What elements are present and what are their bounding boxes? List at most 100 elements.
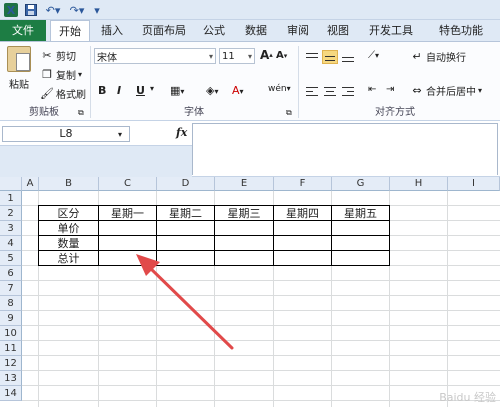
row-header[interactable]: 1: [0, 191, 22, 206]
table-border: [331, 205, 332, 266]
undo-icon[interactable]: ↶▾: [44, 3, 62, 17]
row-header[interactable]: 2: [0, 206, 22, 221]
column-header-i[interactable]: I: [448, 177, 500, 191]
alignment-group-label: 对齐方式: [375, 107, 415, 118]
table-header-cell[interactable]: 星期五: [332, 206, 389, 221]
row-label-cell[interactable]: 总计: [39, 251, 98, 266]
shrink-font-button[interactable]: A ▾: [276, 50, 287, 61]
format-painter-button[interactable]: 🖌 格式刷: [40, 86, 86, 101]
font-name-select[interactable]: 宋体 ▾: [94, 48, 216, 64]
font-size-select[interactable]: 11 ▾: [219, 48, 255, 64]
row-label-cell[interactable]: 单价: [39, 221, 98, 236]
row-header[interactable]: 6: [0, 266, 22, 281]
row-header[interactable]: 5: [0, 251, 22, 266]
row-header[interactable]: 4: [0, 236, 22, 251]
table-header-cell[interactable]: 星期三: [215, 206, 273, 221]
merge-cells-icon: ⇔: [412, 84, 422, 97]
chevron-down-icon[interactable]: ▾: [118, 130, 122, 139]
copy-button[interactable]: ❐ 复制 ▾: [40, 67, 82, 82]
fill-color-icon[interactable]: ◈▾: [206, 84, 218, 97]
orientation-icon[interactable]: ⟋ ▾: [368, 50, 379, 61]
row-header[interactable]: 13: [0, 371, 22, 386]
wrap-text-button[interactable]: ↵ 自动换行: [410, 49, 466, 64]
select-all-corner[interactable]: [0, 177, 22, 191]
column-header-e[interactable]: E: [215, 177, 274, 191]
column-header-b[interactable]: B: [39, 177, 99, 191]
wrap-text-label: 自动换行: [426, 53, 466, 64]
font-size-value: 11: [222, 50, 235, 62]
row-header[interactable]: 10: [0, 326, 22, 341]
align-center-icon[interactable]: [322, 84, 338, 98]
column-header-f[interactable]: F: [274, 177, 332, 191]
wrap-text-icon: ↵: [412, 50, 422, 63]
format-painter-label: 格式刷: [56, 90, 86, 101]
formula-input[interactable]: [192, 123, 498, 175]
column-header-c[interactable]: C: [99, 177, 157, 191]
table-header-cell[interactable]: 区分: [39, 206, 98, 221]
merge-center-button[interactable]: ⇔ 合并后居中 ▾: [410, 83, 482, 98]
formula-bar-background: [0, 145, 192, 177]
chevron-down-icon[interactable]: ▾: [78, 70, 82, 79]
underline-button[interactable]: U: [136, 84, 145, 97]
column-header-d[interactable]: D: [157, 177, 215, 191]
row-label-cell[interactable]: 数量: [39, 236, 98, 251]
row-header[interactable]: 12: [0, 356, 22, 371]
tab-review[interactable]: 审阅: [280, 20, 316, 41]
tab-file[interactable]: 文件: [0, 20, 46, 41]
chevron-down-icon[interactable]: ▾: [150, 84, 154, 93]
row-header[interactable]: 9: [0, 311, 22, 326]
align-bottom-icon[interactable]: [340, 50, 356, 64]
dialog-launcher-icon[interactable]: ⧉: [78, 108, 84, 118]
tab-view[interactable]: 视图: [320, 20, 356, 41]
tab-home[interactable]: 开始: [50, 20, 90, 42]
increase-indent-icon[interactable]: ⇥: [386, 84, 394, 95]
name-box[interactable]: L8: [2, 126, 130, 142]
dialog-launcher-icon[interactable]: ⧉: [286, 108, 292, 118]
gridline: [22, 310, 500, 311]
column-header-g[interactable]: G: [332, 177, 390, 191]
italic-button[interactable]: I: [117, 84, 121, 97]
column-header-h[interactable]: H: [390, 177, 448, 191]
clipboard-icon: [7, 46, 31, 72]
gridline: [22, 295, 500, 296]
align-right-icon[interactable]: [340, 84, 356, 98]
tab-data[interactable]: 数据: [238, 20, 274, 41]
row-header[interactable]: 7: [0, 281, 22, 296]
customize-qa-icon[interactable]: ▾: [92, 3, 102, 17]
table-header-cell[interactable]: 星期二: [157, 206, 214, 221]
gridline: [22, 340, 500, 341]
row-header[interactable]: 8: [0, 296, 22, 311]
row-header[interactable]: 3: [0, 221, 22, 236]
paste-button[interactable]: 粘贴: [4, 46, 34, 100]
copy-label: 复制: [56, 71, 76, 82]
align-top-icon[interactable]: [304, 50, 320, 64]
row-header[interactable]: 14: [0, 386, 22, 401]
table-border: [38, 205, 39, 266]
row-header[interactable]: 11: [0, 341, 22, 356]
column-header-a[interactable]: A: [22, 177, 39, 191]
font-group-label: 字体: [184, 107, 204, 118]
tab-special-features[interactable]: 特色功能: [430, 20, 492, 41]
tab-page-layout[interactable]: 页面布局: [136, 20, 192, 41]
ribbon-tabs: 文件 开始 插入 页面布局 公式 数据 审阅 视图 开发工具 特色功能: [0, 20, 500, 42]
excel-app-icon[interactable]: X: [4, 3, 18, 17]
redo-icon[interactable]: ↷▾: [68, 3, 86, 17]
save-icon[interactable]: [24, 3, 38, 17]
table-header-cell[interactable]: 星期一: [99, 206, 156, 221]
tab-developer[interactable]: 开发工具: [360, 20, 422, 41]
border-icon[interactable]: ▦▾: [170, 84, 184, 97]
tab-formulas[interactable]: 公式: [196, 20, 232, 41]
table-header-cell[interactable]: 星期四: [274, 206, 331, 221]
bold-button[interactable]: B: [98, 84, 106, 97]
align-middle-icon[interactable]: [322, 50, 338, 64]
align-left-icon[interactable]: [304, 84, 320, 98]
font-color-icon[interactable]: A▾: [232, 84, 244, 97]
decrease-indent-icon[interactable]: ⇤: [368, 84, 376, 95]
chevron-down-icon[interactable]: ▾: [478, 86, 482, 95]
phonetic-icon[interactable]: wén▾: [268, 84, 291, 94]
grow-font-button[interactable]: A ▴: [260, 48, 273, 62]
cut-button[interactable]: ✂ 剪切: [40, 48, 76, 63]
worksheet-grid[interactable]: A B C D E F G H I 1 2 3 4 5 6 7 8 9 10 1…: [0, 177, 500, 407]
insert-function-icon[interactable]: fx: [176, 126, 187, 139]
tab-insert[interactable]: 插入: [92, 20, 132, 41]
